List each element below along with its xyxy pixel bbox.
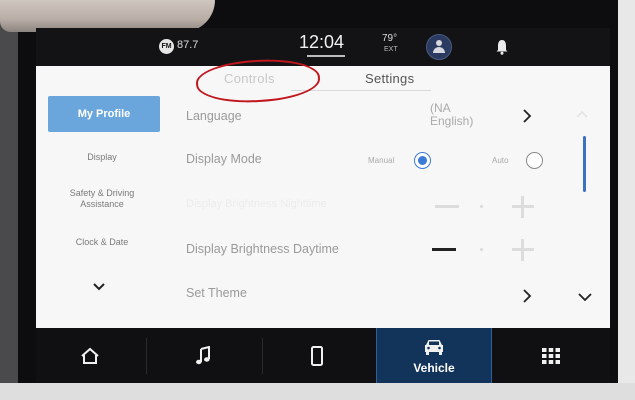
tab-underline <box>291 90 431 91</box>
nav-divider <box>146 338 147 374</box>
set-theme-chevron-right-icon[interactable] <box>521 288 533 304</box>
temperature-label: EXT <box>384 46 398 53</box>
profile-icon[interactable] <box>426 34 452 60</box>
brightness-nighttime-minus[interactable] <box>435 205 459 208</box>
status-bar: FM 87.7 12:04 79° EXT <box>36 28 610 66</box>
bell-icon[interactable] <box>495 39 509 55</box>
brightness-nighttime-level <box>480 205 483 208</box>
brightness-daytime-label: Display Brightness Daytime <box>186 242 339 256</box>
set-theme-label[interactable]: Set Theme <box>186 286 247 300</box>
sidebar-item-safety-driving-assistance[interactable]: Safety & Driving Assistance <box>36 188 168 210</box>
scroll-down-icon[interactable] <box>577 292 593 302</box>
radio-badge[interactable]: FM <box>159 39 174 54</box>
home-icon <box>81 347 99 364</box>
nav-vehicle-button[interactable]: Vehicle <box>376 328 492 383</box>
vehicle-icon <box>425 340 443 355</box>
bezel-bottom-edge <box>0 383 635 400</box>
outside-temperature: 79° <box>382 33 398 44</box>
clock-underline <box>307 55 345 57</box>
bottom-nav-bar: Vehicle <box>36 328 610 383</box>
scrollbar-thumb[interactable] <box>583 136 586 192</box>
scroll-up-icon[interactable] <box>576 110 588 118</box>
manual-radio[interactable] <box>414 152 431 169</box>
bezel-right-edge <box>618 0 635 400</box>
language-chevron-right-icon[interactable] <box>521 108 533 124</box>
nav-apps-button[interactable] <box>492 328 610 383</box>
auto-option-label[interactable]: Auto <box>492 156 508 165</box>
sidebar-item-my-profile[interactable]: My Profile <box>48 96 160 132</box>
brightness-daytime-minus[interactable] <box>432 248 456 251</box>
bezel-left-edge <box>0 0 18 400</box>
nav-phone-button[interactable] <box>264 328 374 383</box>
brightness-nighttime-plus[interactable] <box>512 196 534 218</box>
chevron-down-icon[interactable] <box>92 280 106 294</box>
language-label[interactable]: Language <box>186 109 242 123</box>
sidebar-item-clock-date[interactable]: Clock & Date <box>36 237 168 248</box>
phone-icon <box>311 346 323 366</box>
auto-radio[interactable] <box>526 152 543 169</box>
sidebar-item-display[interactable]: Display <box>36 152 168 163</box>
tab-settings[interactable]: Settings <box>365 71 414 86</box>
brightness-daytime-plus[interactable] <box>512 239 534 261</box>
brightness-nighttime-label: Display Brightness Nighttime <box>186 198 327 210</box>
brightness-daytime-level <box>480 248 483 251</box>
language-value: (NA English) <box>430 101 474 128</box>
music-note-icon <box>196 346 210 365</box>
radio-frequency[interactable]: 87.7 <box>177 39 198 51</box>
display-mode-label: Display Mode <box>186 152 262 166</box>
nav-media-button[interactable] <box>148 328 260 383</box>
app-grid-icon <box>542 348 560 364</box>
nav-home-button[interactable] <box>36 328 144 383</box>
clock: 12:04 <box>299 32 345 52</box>
settings-panel: Controls Settings My Profile Display Saf… <box>36 56 610 328</box>
nav-divider <box>262 338 263 374</box>
nav-vehicle-label: Vehicle <box>413 361 455 375</box>
settings-sidebar: My Profile Display Safety & Driving Assi… <box>36 96 176 328</box>
manual-option-label[interactable]: Manual <box>368 156 394 165</box>
